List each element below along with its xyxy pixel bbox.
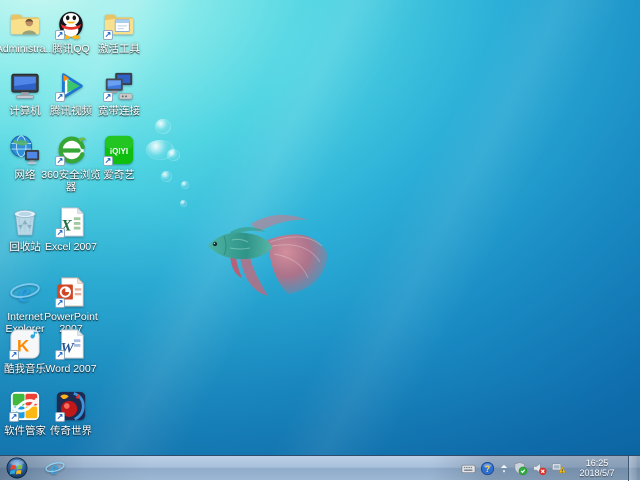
desktop-icon-label: 计算机 xyxy=(9,105,41,117)
bubble xyxy=(155,119,171,134)
bubble xyxy=(161,171,172,182)
svg-text:iQIYI: iQIYI xyxy=(110,147,128,156)
taskbar-internet-explorer-button[interactable]: e xyxy=(40,456,70,481)
desktop[interactable]: Administra...腾讯QQ激活工具计算机腾讯视频宽带连接网络360安全浏… xyxy=(0,0,640,480)
network-globe-icon xyxy=(9,134,41,166)
excel-icon: X xyxy=(55,206,87,238)
desktop-icon-label: 宽带连接 xyxy=(98,105,140,117)
bubble xyxy=(146,140,174,160)
tencent-video-play-icon xyxy=(55,70,87,102)
help-question-icon[interactable]: ? xyxy=(480,461,495,476)
svg-text:e: e xyxy=(18,277,31,308)
word-icon: W xyxy=(55,328,87,360)
shortcut-arrow-badge xyxy=(103,92,113,102)
desktop-icon-label: 网络 xyxy=(15,169,36,181)
desktop-icon-label: 激活工具 xyxy=(98,43,140,55)
kuwo-music-icon: K xyxy=(9,328,41,360)
desktop-icon-label: 腾讯视频 xyxy=(50,105,92,117)
volume-muted-icon[interactable] xyxy=(532,461,547,476)
clock-date: 2018/5/7 xyxy=(572,468,622,478)
desktop-icon-label: 腾讯QQ xyxy=(52,43,89,55)
desktop-icon-broadband-connection[interactable]: 宽带连接 xyxy=(88,70,150,117)
tools-folder-icon xyxy=(103,8,135,40)
shortcut-arrow-badge xyxy=(9,412,19,422)
computer-monitor-icon xyxy=(9,70,41,102)
360-browser-icon xyxy=(55,134,87,166)
legend-world-game-icon xyxy=(55,390,87,422)
desktop-icon-label: 回收站 xyxy=(9,241,41,253)
broadband-connection-icon xyxy=(103,70,135,102)
desktop-icon-label: 爱奇艺 xyxy=(103,169,135,181)
powerpoint-icon xyxy=(55,276,87,308)
desktop-icon-excel[interactable]: X Excel 2007 xyxy=(40,206,102,253)
network-limited-warning-icon[interactable] xyxy=(551,461,566,476)
svg-text:e: e xyxy=(50,458,58,478)
software-manager-icon xyxy=(9,390,41,422)
show-desktop-button[interactable] xyxy=(628,456,637,481)
start-button[interactable] xyxy=(0,456,34,481)
shortcut-arrow-badge xyxy=(55,298,65,308)
shortcut-arrow-badge xyxy=(55,156,65,166)
security-status-check-icon[interactable] xyxy=(513,461,528,476)
system-tray: ? xyxy=(461,456,640,481)
show-hidden-icons-arrow[interactable] xyxy=(499,461,509,476)
shortcut-arrow-badge xyxy=(55,350,65,360)
svg-text:?: ? xyxy=(485,463,490,473)
desktop-icon-iqiyi[interactable]: iQIYI 爱奇艺 xyxy=(88,134,150,181)
desktop-icon-label: 传奇世界 xyxy=(50,425,92,437)
shortcut-arrow-badge xyxy=(55,228,65,238)
shortcut-arrow-badge xyxy=(103,30,113,40)
shortcut-arrow-badge xyxy=(103,156,113,166)
betta-fish-wallpaper xyxy=(196,206,336,308)
taskbar: e ? xyxy=(0,455,640,480)
recycle-bin-icon xyxy=(9,206,41,238)
shortcut-arrow-badge xyxy=(9,350,19,360)
desktop-icon-powerpoint[interactable]: PowerPoint 2007 xyxy=(40,276,102,335)
desktop-icon-legend-world-game[interactable]: 传奇世界 xyxy=(40,390,102,437)
input-method-keyboard-icon[interactable] xyxy=(461,461,476,476)
shortcut-arrow-badge xyxy=(55,412,65,422)
shortcut-arrow-badge xyxy=(55,92,65,102)
shortcut-arrow-badge xyxy=(55,30,65,40)
bubble xyxy=(180,200,187,207)
desktop-icon-word[interactable]: W Word 2007 xyxy=(40,328,102,375)
desktop-icon-label: Word 2007 xyxy=(45,363,96,375)
desktop-icon-tools-folder[interactable]: 激活工具 xyxy=(88,8,150,55)
iqiyi-icon: iQIYI xyxy=(103,134,135,166)
user-folder-icon xyxy=(9,8,41,40)
desktop-icon-label: Excel 2007 xyxy=(45,241,97,253)
bubble xyxy=(167,149,180,161)
taskbar-clock[interactable]: 16:25 2018/5/7 xyxy=(570,458,624,478)
internet-explorer-icon: e xyxy=(9,276,41,308)
bubble xyxy=(181,181,189,189)
qq-penguin-icon xyxy=(55,8,87,40)
clock-time: 16:25 xyxy=(572,458,622,468)
